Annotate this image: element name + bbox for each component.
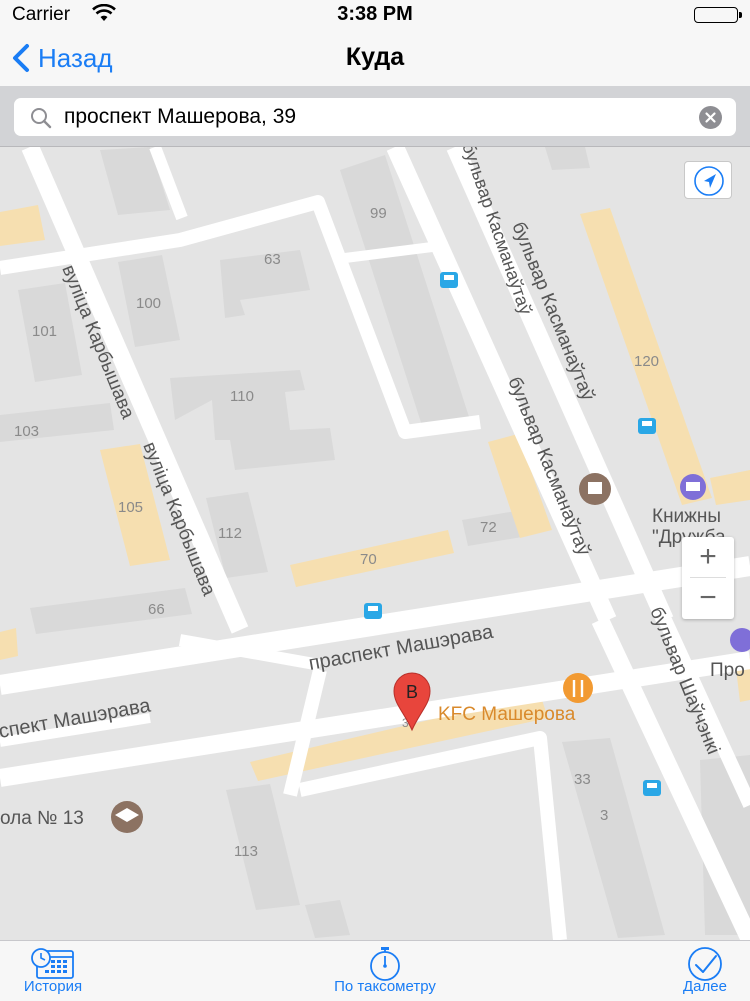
building-number: 72 [480, 519, 497, 536]
search-input[interactable] [64, 98, 684, 136]
search-bar [0, 86, 750, 147]
map-canvas[interactable]: вуліца Карбышава вуліца Карбышава бульва… [0, 147, 750, 940]
clock: 3:38 PM [337, 3, 413, 25]
building-left-edge [0, 628, 18, 660]
building-number: 66 [148, 601, 165, 618]
poi-label: Про [710, 660, 745, 681]
stopwatch-icon [370, 947, 400, 981]
tab-bar: История По таксометру Далее [0, 940, 750, 1001]
poi-label: Книжны [652, 506, 721, 527]
building-number: 110 [230, 388, 254, 405]
zoom-control: + − [682, 537, 734, 619]
marker-label: B [406, 682, 418, 702]
location-arrow-icon [694, 166, 724, 196]
building-number: 3 [600, 807, 608, 824]
clear-search-button[interactable] [699, 106, 722, 129]
restaurant-poi-icon [563, 673, 593, 703]
building-number: 99 [370, 205, 387, 222]
close-icon [705, 112, 716, 123]
tab-label: Далее [683, 978, 727, 995]
calendar-clock-icon [31, 948, 74, 979]
battery-icon [694, 7, 742, 23]
poi-label: ола № 13 [0, 808, 84, 829]
building-number: 33 [574, 771, 591, 788]
status-bar: Carrier 3:38 PM [0, 0, 750, 30]
building-number: 101 [32, 323, 57, 340]
building-number: 105 [118, 499, 143, 516]
building-top-left [0, 205, 45, 246]
tab-taximeter[interactable]: По таксометру [300, 941, 470, 1001]
zoom-out-button[interactable]: − [682, 578, 734, 618]
search-icon [31, 108, 52, 129]
building-block-topright [545, 147, 590, 170]
page-title: Куда [345, 43, 405, 71]
building-number: 100 [136, 295, 161, 312]
map-view[interactable]: вуліца Карбышава вуліца Карбышава бульва… [0, 147, 750, 940]
navigation-bar: Назад Куда [0, 30, 750, 86]
my-location-button[interactable] [684, 161, 732, 199]
building-number: 113 [234, 843, 258, 860]
zoom-in-button[interactable]: + [682, 537, 734, 577]
building-number: 63 [264, 251, 281, 268]
building-number: 70 [360, 551, 377, 568]
search-field[interactable] [14, 98, 736, 136]
tab-label: По таксометру [334, 978, 436, 995]
checkmark-circle-icon [688, 947, 722, 981]
building-number: 103 [14, 423, 39, 440]
tab-next[interactable]: Далее [660, 941, 750, 1001]
tab-history[interactable]: История [0, 941, 106, 1001]
tab-label: История [23, 978, 83, 995]
building-number: 112 [218, 525, 242, 542]
poi-label: KFC Машерова [438, 704, 576, 725]
building-number: 120 [634, 353, 659, 370]
